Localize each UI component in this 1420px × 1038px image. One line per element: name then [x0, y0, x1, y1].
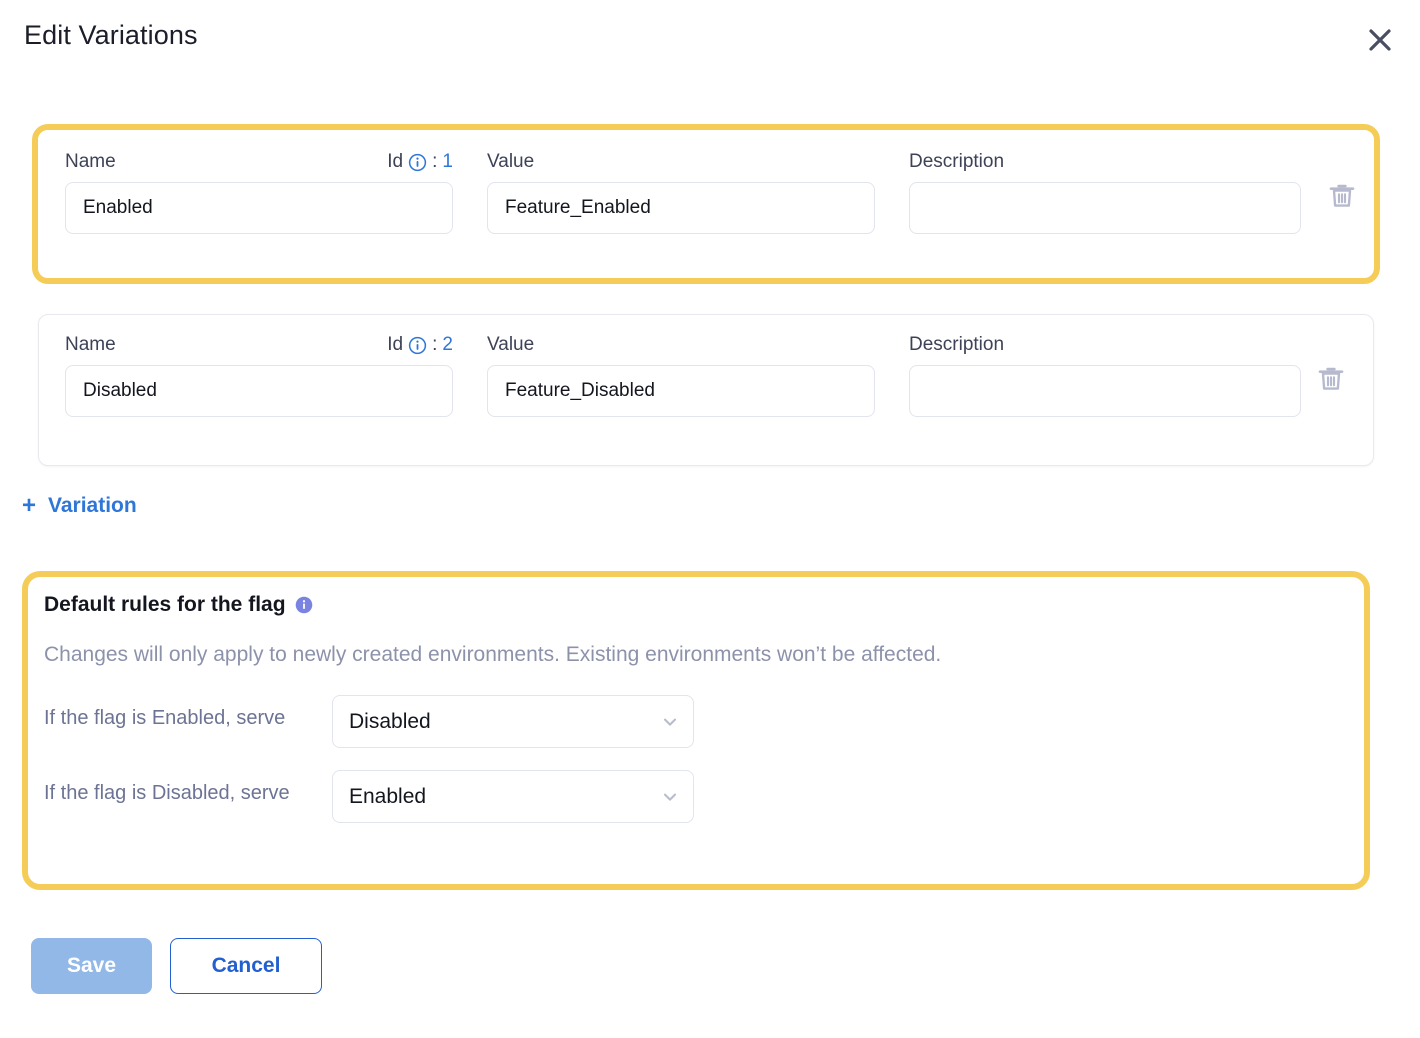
description-label: Description	[909, 333, 1301, 357]
default-rules-title-text: Default rules for the flag	[44, 591, 286, 619]
trash-icon	[1316, 364, 1346, 394]
variation-1-name-input[interactable]	[65, 182, 453, 234]
id-colon: :	[432, 333, 437, 357]
name-label: Name	[65, 151, 116, 172]
save-button[interactable]: Save	[31, 938, 152, 994]
variation-1-description-input[interactable]	[909, 182, 1301, 234]
variation-2-name-field: Name Id :	[65, 333, 453, 417]
close-icon[interactable]	[1360, 20, 1400, 60]
id-text: Id	[387, 333, 403, 357]
info-circle-icon[interactable]	[408, 336, 427, 355]
default-rule-select-disabled[interactable]: Enabled	[332, 770, 694, 823]
default-rule-label-disabled: If the flag is Disabled, serve	[44, 770, 332, 809]
info-circle-icon[interactable]	[408, 153, 427, 172]
page-title: Edit Variations	[24, 20, 198, 51]
default-rule-row-enabled: If the flag is Enabled, serve Disabled	[44, 695, 1342, 748]
default-rules-note: Changes will only apply to newly created…	[44, 641, 1342, 669]
variation-row-1-highlight: Name Id :	[32, 124, 1380, 284]
name-label: Name	[65, 334, 116, 355]
variation-2-delete-button[interactable]	[1309, 357, 1353, 401]
id-text: Id	[387, 150, 403, 174]
value-label: Value	[487, 333, 875, 357]
default-rule-row-disabled: If the flag is Disabled, serve Enabled	[44, 770, 1342, 823]
variation-1-value-input[interactable]	[487, 182, 875, 234]
variation-1-id-label: Id : 1	[387, 150, 453, 174]
description-label: Description	[909, 150, 1301, 174]
variation-2-value-input[interactable]	[487, 365, 875, 417]
variation-card-2: Name Id :	[38, 314, 1374, 466]
variation-2-name-input[interactable]	[65, 365, 453, 417]
variation-2-id-value: 2	[442, 333, 453, 357]
default-rule-select-enabled[interactable]: Disabled	[332, 695, 694, 748]
variation-2-description-input[interactable]	[909, 365, 1301, 417]
variation-2-value-field: Value	[487, 333, 875, 417]
variation-1-value-field: Value	[487, 150, 875, 234]
trash-icon	[1327, 181, 1357, 211]
default-rule-select-disabled-wrap: Enabled	[332, 770, 694, 823]
default-rule-select-enabled-wrap: Disabled	[332, 695, 694, 748]
default-rules-title: Default rules for the flag	[44, 591, 1342, 619]
variation-1-description-field: Description	[909, 150, 1301, 234]
variation-1-id-value: 1	[442, 150, 453, 174]
add-variation-label: Variation	[48, 494, 137, 518]
variation-row-2-wrapper: Name Id :	[38, 314, 1374, 466]
edit-variations-modal: Edit Variations Name Id	[0, 0, 1420, 1038]
modal-header: Edit Variations	[0, 0, 1420, 86]
value-label: Value	[487, 150, 875, 174]
default-rule-label-enabled: If the flag is Enabled, serve	[44, 695, 332, 734]
cancel-button[interactable]: Cancel	[170, 938, 322, 994]
modal-footer: Save Cancel	[31, 938, 322, 994]
variation-card-1: Name Id :	[38, 130, 1374, 272]
plus-icon: +	[22, 494, 36, 518]
default-rules-section: Default rules for the flag Changes will …	[22, 571, 1370, 890]
variation-1-name-field: Name Id :	[65, 150, 453, 234]
add-variation-button[interactable]: + Variation	[22, 494, 137, 518]
variation-1-delete-button[interactable]	[1320, 174, 1364, 218]
info-filled-icon[interactable]	[295, 596, 313, 614]
variation-2-description-field: Description	[909, 333, 1301, 417]
id-colon: :	[432, 150, 437, 174]
variation-2-id-label: Id : 2	[387, 333, 453, 357]
